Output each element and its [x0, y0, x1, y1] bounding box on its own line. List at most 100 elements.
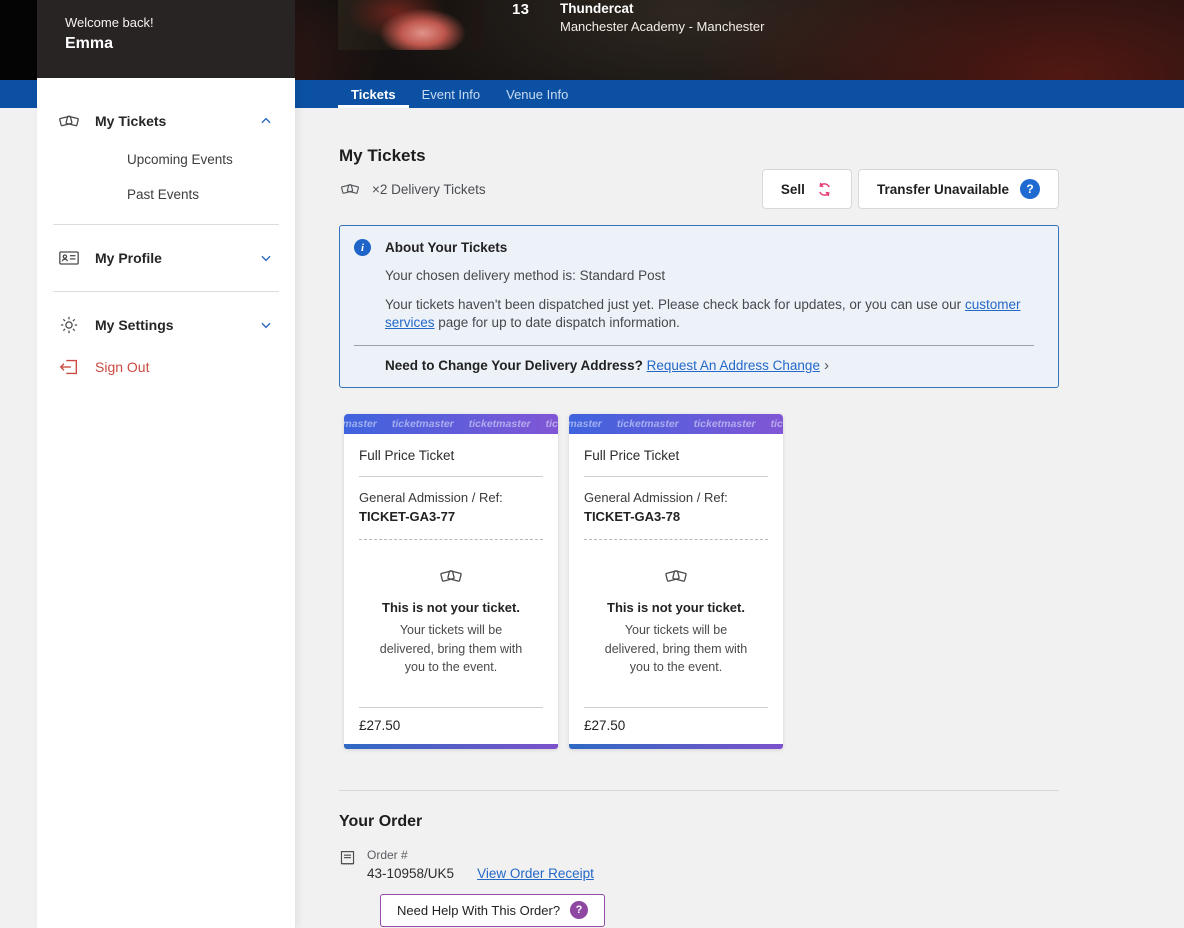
sidebar-item-sign-out[interactable]: Sign Out [37, 346, 295, 388]
sidebar-divider [53, 291, 279, 292]
ticketmaster-wordmark: ticketmaster [344, 418, 377, 430]
refresh-icon [816, 181, 833, 198]
sidebar-item-label: My Settings [95, 317, 259, 333]
ticket-price: £27.50 [584, 718, 768, 744]
tab-event-info[interactable]: Event Info [409, 80, 494, 108]
sidebar-divider [53, 224, 279, 225]
sidebar-menu: My Tickets Upcoming Events Past Events [37, 78, 295, 388]
tickets-icon [339, 179, 361, 199]
ticket-actions: Sell Transfer Unavailable ? [762, 169, 1059, 209]
ticket-notice: This is not your ticket. Your tickets wi… [359, 564, 543, 675]
dispatch-text-before: Your tickets haven't been dispatched jus… [385, 297, 965, 312]
notice-title: This is not your ticket. [584, 600, 768, 615]
chevron-up-icon[interactable] [259, 114, 273, 128]
gear-icon [58, 314, 80, 336]
sidebar-item-my-tickets[interactable]: My Tickets [37, 100, 295, 142]
event-thumbnail-image [338, 0, 484, 50]
ticket-dashed-divider [584, 539, 768, 540]
tickets-icon [438, 564, 464, 588]
ticket-admission: General Admission / Ref: [359, 489, 543, 507]
ticket-notice: This is not your ticket. Your tickets wi… [584, 564, 768, 675]
event-title: Thundercat [560, 1, 634, 16]
chevron-right-icon: › [824, 357, 829, 374]
tickets-icon [663, 564, 689, 588]
page-title: My Tickets [339, 146, 1059, 166]
ticketmaster-wordmark: ticketmaster [771, 418, 783, 430]
ticket-ref: TICKET-GA3-78 [584, 509, 768, 524]
delivery-summary: ×2 Delivery Tickets [339, 179, 486, 199]
tab-list: Tickets Event Info Venue Info [338, 80, 1184, 108]
ticket-price: £27.50 [359, 718, 543, 744]
sidebar-item-upcoming-events[interactable]: Upcoming Events [37, 142, 295, 177]
ticket-card-footer: £27.50 [344, 707, 558, 744]
ticket-cards: ticketmaster ticketmaster ticketmaster t… [344, 414, 1059, 749]
ticket-ref: TICKET-GA3-77 [359, 509, 543, 524]
ticket-divider [359, 476, 543, 477]
ticketmaster-watermark-bar: ticketmaster ticketmaster ticketmaster t… [344, 414, 558, 434]
ticketmaster-wordmark: ticketmaster [392, 418, 454, 430]
ticket-card-2: ticketmaster ticketmaster ticketmaster t… [569, 414, 783, 749]
tab-tickets[interactable]: Tickets [338, 80, 409, 108]
order-details: Order # 43-10958/UK5 View Order Receipt … [367, 848, 605, 927]
ticket-gradient-bar [569, 744, 783, 749]
sign-out-icon [58, 356, 80, 378]
id-card-icon [58, 247, 80, 269]
sidebar-item-label: Sign Out [95, 359, 273, 375]
ticketmaster-wordmark: ticketmaster [546, 418, 558, 430]
sidebar-item-my-profile[interactable]: My Profile [37, 237, 295, 279]
account-page: 13 Thundercat Manchester Academy - Manch… [0, 0, 1184, 928]
ticket-type: Full Price Ticket [359, 448, 543, 463]
need-help-button[interactable]: Need Help With This Order? ? [380, 894, 605, 927]
ticket-card-1: ticketmaster ticketmaster ticketmaster t… [344, 414, 558, 749]
username: Emma [65, 35, 295, 53]
sidebar-item-label: My Tickets [95, 113, 259, 129]
ticketmaster-wordmark: ticketmaster [694, 418, 756, 430]
delivery-method-text: Your chosen delivery method is: Standard… [385, 267, 1034, 285]
event-venue: Manchester Academy - Manchester [560, 19, 764, 34]
order-number: 43-10958/UK5 [367, 866, 454, 881]
info-icon: i [354, 239, 371, 256]
tickets-toolbar: ×2 Delivery Tickets Sell Transf [339, 169, 1059, 209]
address-change-row: Need to Change Your Delivery Address? Re… [385, 357, 1034, 374]
need-help-label: Need Help With This Order? [397, 903, 560, 918]
dispatch-text-after: page for up to date dispatch information… [435, 315, 680, 330]
ticketmaster-wordmark: ticketmaster [617, 418, 679, 430]
transfer-unavailable-button[interactable]: Transfer Unavailable ? [858, 169, 1059, 209]
request-address-change-link[interactable]: Request An Address Change [647, 358, 820, 373]
chevron-down-icon[interactable] [259, 251, 273, 265]
sidebar-item-my-settings[interactable]: My Settings [37, 304, 295, 346]
tab-venue-info[interactable]: Venue Info [493, 80, 581, 108]
ticket-dashed-divider [359, 539, 543, 540]
delivery-summary-text: ×2 Delivery Tickets [372, 182, 486, 197]
ticketmaster-watermark-bar: ticketmaster ticketmaster ticketmaster t… [569, 414, 783, 434]
tickets-icon [58, 110, 80, 132]
ticket-card-body: Full Price Ticket General Admission / Re… [344, 434, 558, 707]
notice-body: Your tickets will be delivered, bring th… [600, 621, 752, 675]
address-question-text: Need to Change Your Delivery Address? [385, 358, 647, 373]
sidebar-item-past-events[interactable]: Past Events [37, 177, 295, 212]
hero-left-strip [0, 0, 37, 80]
chevron-down-icon[interactable] [259, 318, 273, 332]
order-number-label: Order # [367, 848, 605, 862]
sell-button[interactable]: Sell [762, 169, 852, 209]
about-body: Your chosen delivery method is: Standard… [385, 267, 1034, 332]
main-content: My Tickets ×2 Delivery Tickets Sell [339, 108, 1059, 927]
notice-title: This is not your ticket. [359, 600, 543, 615]
about-divider [354, 345, 1034, 346]
about-title: About Your Tickets [385, 240, 507, 255]
ticket-divider [584, 707, 768, 708]
ticket-divider [584, 476, 768, 477]
sell-button-label: Sell [781, 182, 805, 197]
ticket-divider [359, 707, 543, 708]
view-order-receipt-link[interactable]: View Order Receipt [477, 866, 594, 881]
sidebar-welcome-header: Welcome back! Emma [37, 0, 295, 78]
ticket-type: Full Price Ticket [584, 448, 768, 463]
about-header: i About Your Tickets [354, 239, 1034, 256]
sidebar-item-label: My Profile [95, 250, 259, 266]
order-info-row: Order # 43-10958/UK5 View Order Receipt … [339, 848, 1059, 927]
about-tickets-infobox: i About Your Tickets Your chosen deliver… [339, 225, 1059, 388]
account-sidebar: Welcome back! Emma My Tickets Upcoming E… [37, 0, 295, 928]
order-section-title: Your Order [339, 813, 1059, 831]
welcome-text: Welcome back! [65, 15, 295, 30]
ticket-card-body: Full Price Ticket General Admission / Re… [569, 434, 783, 707]
